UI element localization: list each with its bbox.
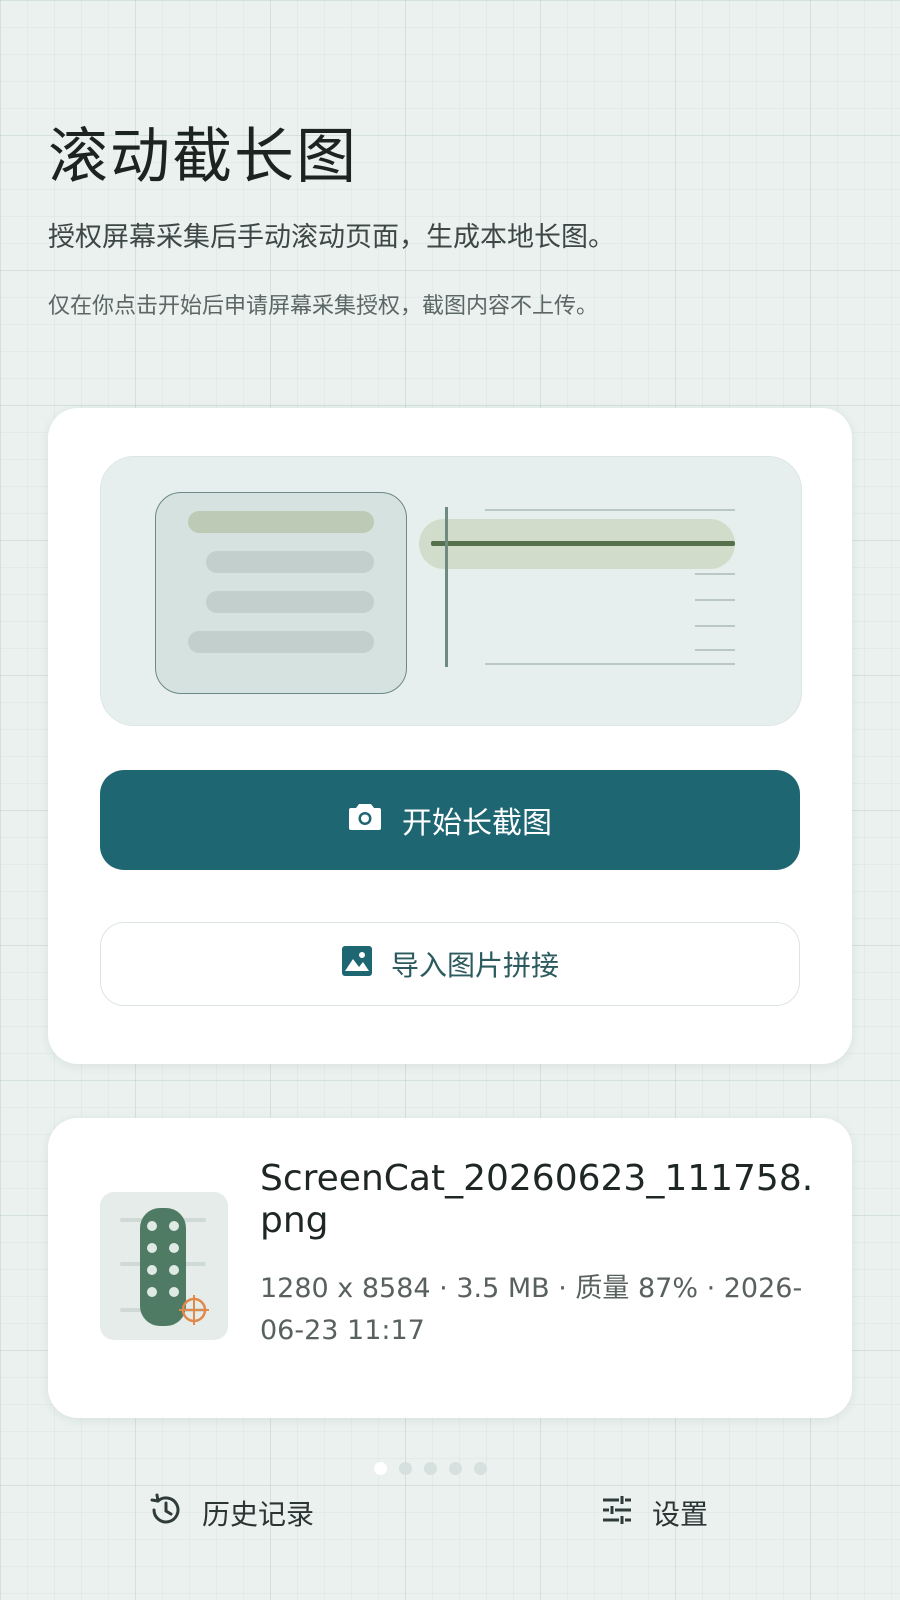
page-dot [399, 1462, 412, 1475]
camera-icon [348, 801, 382, 839]
file-meta: 1280 x 8584 · 3.5 MB · 质量 87% · 2026-06-… [260, 1273, 803, 1346]
start-button-label: 开始长截图 [402, 806, 552, 841]
recent-file-card[interactable]: ScreenCat_20260623_111758.png 1280 x 858… [48, 1118, 852, 1418]
file-thumbnail [100, 1192, 228, 1340]
illustration-phone [155, 492, 407, 694]
page-dot [424, 1462, 437, 1475]
image-icon [341, 945, 373, 984]
page-dot [474, 1462, 487, 1475]
history-nav-button[interactable]: 历史记录 [148, 1488, 314, 1538]
history-icon [148, 1492, 184, 1535]
capture-card: 开始长截图 导入图片拼接 [48, 408, 852, 1064]
page-indicator [374, 1462, 487, 1475]
page-subtitle: 授权屏幕采集后手动滚动页面，生成本地长图。 [48, 222, 615, 253]
import-button-label: 导入图片拼接 [390, 949, 559, 982]
page-dot [449, 1462, 462, 1475]
page-title: 滚动截长图 [48, 122, 358, 192]
scroll-capture-illustration [100, 456, 802, 726]
sliders-icon [600, 1493, 634, 1534]
privacy-note: 仅在你点击开始后申请屏幕采集授权，截图内容不上传。 [48, 294, 599, 319]
start-long-screenshot-button[interactable]: 开始长截图 [100, 770, 800, 870]
page-dot [374, 1462, 387, 1475]
illustration-scroll-lines [419, 507, 749, 677]
settings-label: 设置 [652, 1498, 709, 1531]
settings-nav-button[interactable]: 设置 [600, 1488, 708, 1538]
import-images-button[interactable]: 导入图片拼接 [100, 922, 800, 1006]
file-name: ScreenCat_20260623_111758.png [260, 1158, 814, 1241]
history-label: 历史记录 [202, 1498, 315, 1531]
